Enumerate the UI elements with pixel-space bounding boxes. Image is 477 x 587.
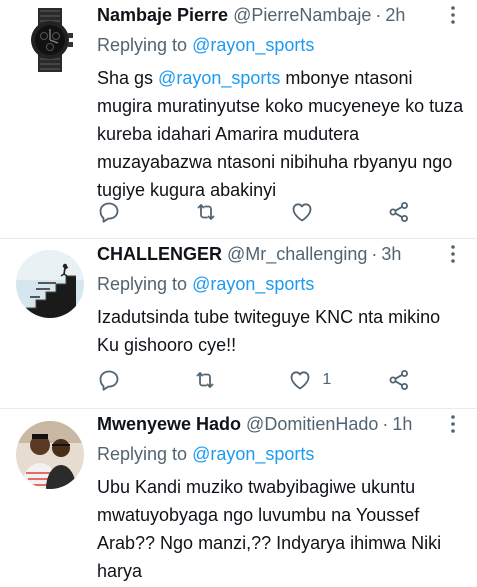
tweet-content: Nambaje Pierre @PierreNambaje · 2h Reply… [97, 4, 465, 204]
tweet-actions: 1 [97, 366, 427, 394]
user-handle[interactable]: @PierreNambaje [233, 4, 371, 26]
share-button[interactable] [387, 200, 427, 224]
replying-to: Replying to @rayon_sports [97, 34, 465, 56]
tweet-3[interactable]: Mwenyewe Hado @DomitienHado · 1h Replyin… [0, 409, 477, 587]
tweet-mention-link[interactable]: @rayon_sports [158, 68, 280, 88]
replying-to: Replying to @rayon_sports [97, 273, 465, 295]
reply-button[interactable] [97, 368, 137, 392]
user-handle[interactable]: @Mr_challenging [227, 243, 367, 265]
separator: · [371, 244, 378, 264]
more-options-button[interactable] [441, 243, 465, 265]
reply-icon [99, 202, 119, 223]
tweet-content: Mwenyewe Hado @DomitienHado · 1h Replyin… [97, 413, 465, 585]
more-options-button[interactable] [441, 413, 465, 435]
like-button[interactable] [290, 200, 330, 224]
wristwatch-icon [16, 6, 84, 74]
staircase-icon [16, 250, 84, 318]
replying-label: Replying to [97, 35, 188, 55]
replying-label: Replying to [97, 444, 188, 464]
replying-to: Replying to @rayon_sports [97, 443, 465, 465]
tweet-2[interactable]: CHALLENGER @Mr_challenging · 3h Replying… [0, 239, 477, 409]
retweet-button[interactable] [193, 368, 233, 392]
user-handle[interactable]: @DomitienHado [246, 413, 378, 435]
share-button[interactable] [387, 368, 427, 392]
retweet-button[interactable] [194, 200, 234, 224]
reply-icon [99, 370, 119, 391]
tweet-text: Sha gs @rayon_sports mbonye ntasoni mugi… [97, 64, 465, 204]
tweet-text: Izadutsinda tube twiteguye KNC nta mikin… [97, 307, 441, 355]
separator: · [382, 414, 389, 434]
tweet-content: CHALLENGER @Mr_challenging · 3h Replying… [97, 243, 465, 359]
display-name[interactable]: Nambaje Pierre [97, 4, 228, 26]
retweet-icon [197, 204, 215, 220]
share-icon [389, 202, 408, 222]
like-button[interactable]: 1 [288, 368, 331, 392]
avatar[interactable] [16, 421, 84, 489]
share-icon [389, 370, 408, 390]
more-vertical-icon [451, 245, 455, 263]
timestamp[interactable]: 3h [381, 243, 401, 265]
replying-mention-link[interactable]: @rayon_sports [192, 444, 314, 464]
display-name[interactable]: Mwenyewe Hado [97, 413, 241, 435]
more-options-button[interactable] [441, 4, 465, 26]
separator: · [375, 5, 382, 25]
avatar[interactable] [16, 250, 84, 318]
more-vertical-icon [451, 6, 455, 24]
tweet-1[interactable]: Nambaje Pierre @PierreNambaje · 2h Reply… [0, 0, 477, 239]
replying-mention-link[interactable]: @rayon_sports [192, 274, 314, 294]
reply-button[interactable] [97, 200, 137, 224]
heart-icon [290, 371, 310, 390]
tweet-header: Mwenyewe Hado @DomitienHado · 1h [97, 413, 465, 435]
two-people-icon [16, 421, 84, 489]
timestamp[interactable]: 2h [385, 4, 405, 26]
timestamp[interactable]: 1h [392, 413, 412, 435]
like-count: 1 [322, 371, 332, 388]
tweet-text-prefix: Sha gs [97, 68, 159, 88]
retweet-icon [196, 372, 214, 388]
avatar[interactable] [16, 6, 84, 74]
tweet-header: Nambaje Pierre @PierreNambaje · 2h [97, 4, 465, 26]
replying-label: Replying to [97, 274, 188, 294]
display-name[interactable]: CHALLENGER [97, 243, 222, 265]
heart-icon [292, 203, 312, 222]
tweet-text: Ubu Kandi muziko twabyibagiwe ukuntu mwa… [97, 477, 442, 581]
tweet-actions [97, 198, 427, 226]
more-vertical-icon [451, 415, 455, 433]
tweet-header: CHALLENGER @Mr_challenging · 3h [97, 243, 465, 265]
replying-mention-link[interactable]: @rayon_sports [192, 35, 314, 55]
